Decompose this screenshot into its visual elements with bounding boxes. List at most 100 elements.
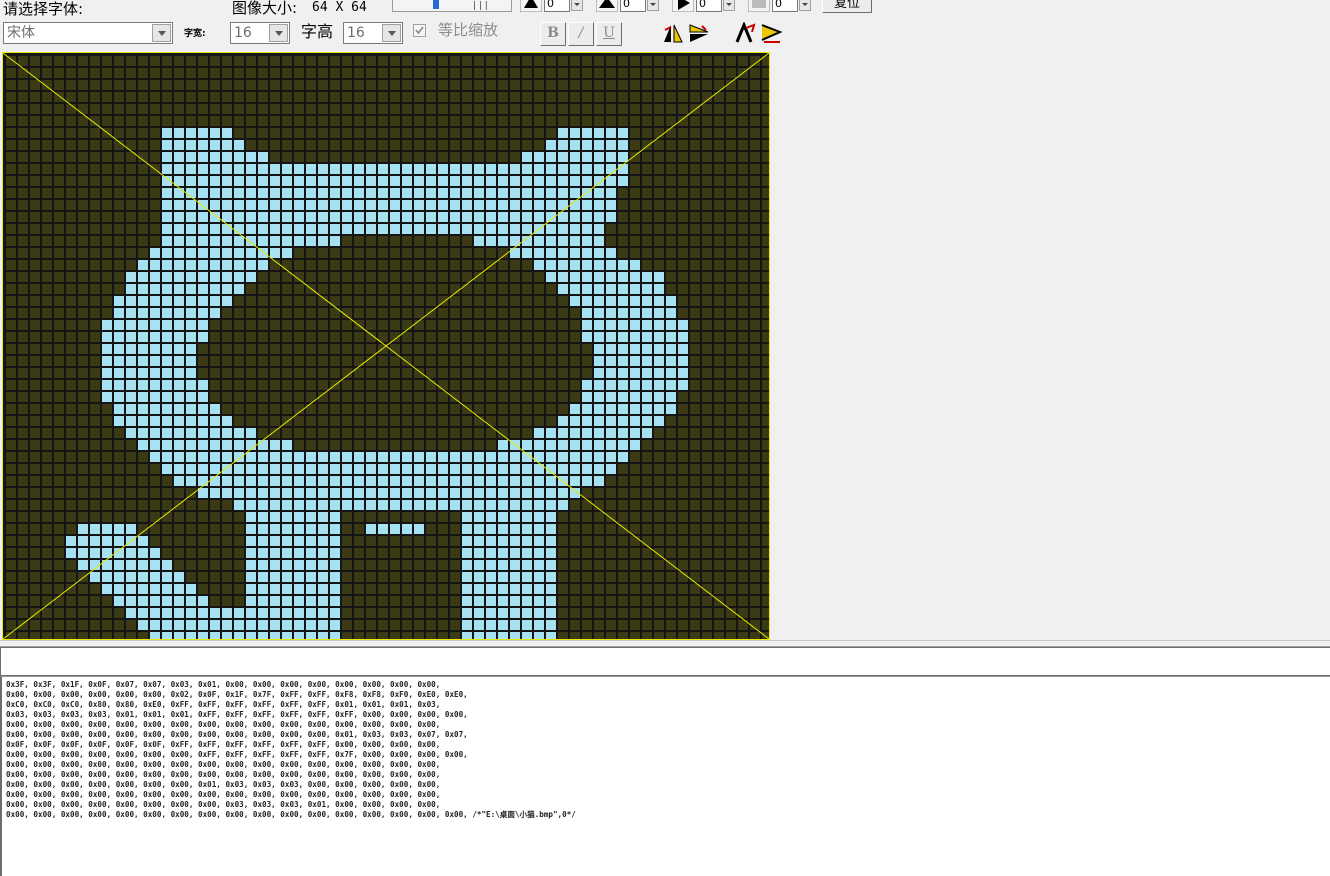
pixel-on[interactable] (246, 464, 256, 474)
pixel-off[interactable] (282, 296, 292, 306)
pixel-on[interactable] (234, 260, 244, 270)
pixel-off[interactable] (762, 308, 769, 318)
pixel-on[interactable] (174, 416, 184, 426)
pixel-on[interactable] (114, 320, 124, 330)
pixel-off[interactable] (678, 488, 688, 498)
pixel-off[interactable] (390, 104, 400, 114)
pixel-off[interactable] (294, 68, 304, 78)
pixel-off[interactable] (114, 104, 124, 114)
pixel-on[interactable] (414, 452, 424, 462)
pixel-off[interactable] (666, 188, 676, 198)
pixel-on[interactable] (522, 632, 532, 639)
pixel-off[interactable] (150, 188, 160, 198)
pixel-off[interactable] (714, 464, 724, 474)
pixel-on[interactable] (150, 356, 160, 366)
pixel-off[interactable] (234, 572, 244, 582)
pixel-off[interactable] (102, 440, 112, 450)
pixel-on[interactable] (282, 164, 292, 174)
pixel-off[interactable] (6, 500, 16, 510)
pixel-off[interactable] (66, 296, 76, 306)
pixel-on[interactable] (282, 596, 292, 606)
pixel-off[interactable] (606, 608, 616, 618)
pixel-off[interactable] (198, 368, 208, 378)
pixel-off[interactable] (102, 164, 112, 174)
pixel-off[interactable] (750, 236, 760, 246)
pixel-off[interactable] (498, 320, 508, 330)
pixel-on[interactable] (654, 272, 664, 282)
pixel-off[interactable] (90, 512, 100, 522)
pixel-off[interactable] (318, 368, 328, 378)
pixel-off[interactable] (366, 272, 376, 282)
pixel-off[interactable] (738, 92, 748, 102)
pixel-off[interactable] (318, 104, 328, 114)
pixel-off[interactable] (762, 584, 769, 594)
pixel-off[interactable] (738, 440, 748, 450)
pixel-off[interactable] (402, 80, 412, 90)
pixel-on[interactable] (246, 428, 256, 438)
pixel-off[interactable] (6, 356, 16, 366)
pixel-off[interactable] (54, 512, 64, 522)
pixel-on[interactable] (426, 476, 436, 486)
pixel-on[interactable] (222, 212, 232, 222)
pixel-off[interactable] (402, 152, 412, 162)
pixel-off[interactable] (6, 428, 16, 438)
pixel-off[interactable] (594, 80, 604, 90)
pixel-off[interactable] (234, 356, 244, 366)
pixel-off[interactable] (330, 344, 340, 354)
pixel-off[interactable] (654, 104, 664, 114)
pixel-on[interactable] (606, 176, 616, 186)
pixel-on[interactable] (222, 140, 232, 150)
pixel-off[interactable] (486, 296, 496, 306)
pixel-on[interactable] (270, 548, 280, 558)
pixel-off[interactable] (102, 212, 112, 222)
pixel-off[interactable] (762, 560, 769, 570)
pixel-on[interactable] (378, 500, 388, 510)
pixel-off[interactable] (114, 284, 124, 294)
pixel-on[interactable] (126, 572, 136, 582)
pixel-off[interactable] (342, 404, 352, 414)
pixel-on[interactable] (606, 404, 616, 414)
pixel-off[interactable] (666, 56, 676, 66)
pixel-off[interactable] (654, 560, 664, 570)
pixel-off[interactable] (354, 272, 364, 282)
pixel-on[interactable] (162, 608, 172, 618)
pixel-on[interactable] (282, 452, 292, 462)
pixel-on[interactable] (378, 212, 388, 222)
pixel-off[interactable] (330, 272, 340, 282)
pixel-on[interactable] (198, 464, 208, 474)
pixel-off[interactable] (702, 200, 712, 210)
pixel-off[interactable] (510, 428, 520, 438)
pixel-off[interactable] (402, 68, 412, 78)
pixel-on[interactable] (498, 632, 508, 639)
pixel-off[interactable] (150, 152, 160, 162)
pixel-off[interactable] (234, 548, 244, 558)
pixel-off[interactable] (210, 368, 220, 378)
pixel-off[interactable] (414, 608, 424, 618)
pixel-off[interactable] (294, 332, 304, 342)
pixel-on[interactable] (486, 236, 496, 246)
rotate-left-icon[interactable] (734, 21, 756, 44)
pixel-on[interactable] (534, 164, 544, 174)
pixel-off[interactable] (138, 164, 148, 174)
pixel-off[interactable] (54, 308, 64, 318)
pixel-off[interactable] (342, 284, 352, 294)
pixel-off[interactable] (630, 176, 640, 186)
pixel-off[interactable] (702, 212, 712, 222)
pixel-off[interactable] (294, 320, 304, 330)
pixel-off[interactable] (102, 416, 112, 426)
pixel-off[interactable] (486, 416, 496, 426)
pixel-off[interactable] (378, 596, 388, 606)
pixel-off[interactable] (714, 416, 724, 426)
pixel-off[interactable] (126, 92, 136, 102)
pixel-on[interactable] (354, 452, 364, 462)
pixel-off[interactable] (90, 68, 100, 78)
pixel-off[interactable] (558, 92, 568, 102)
pixel-off[interactable] (90, 344, 100, 354)
pixel-on[interactable] (270, 488, 280, 498)
pixel-off[interactable] (678, 68, 688, 78)
pixel-on[interactable] (486, 524, 496, 534)
pixel-off[interactable] (330, 260, 340, 270)
pixel-off[interactable] (138, 512, 148, 522)
pixel-on[interactable] (174, 428, 184, 438)
pixel-off[interactable] (642, 512, 652, 522)
